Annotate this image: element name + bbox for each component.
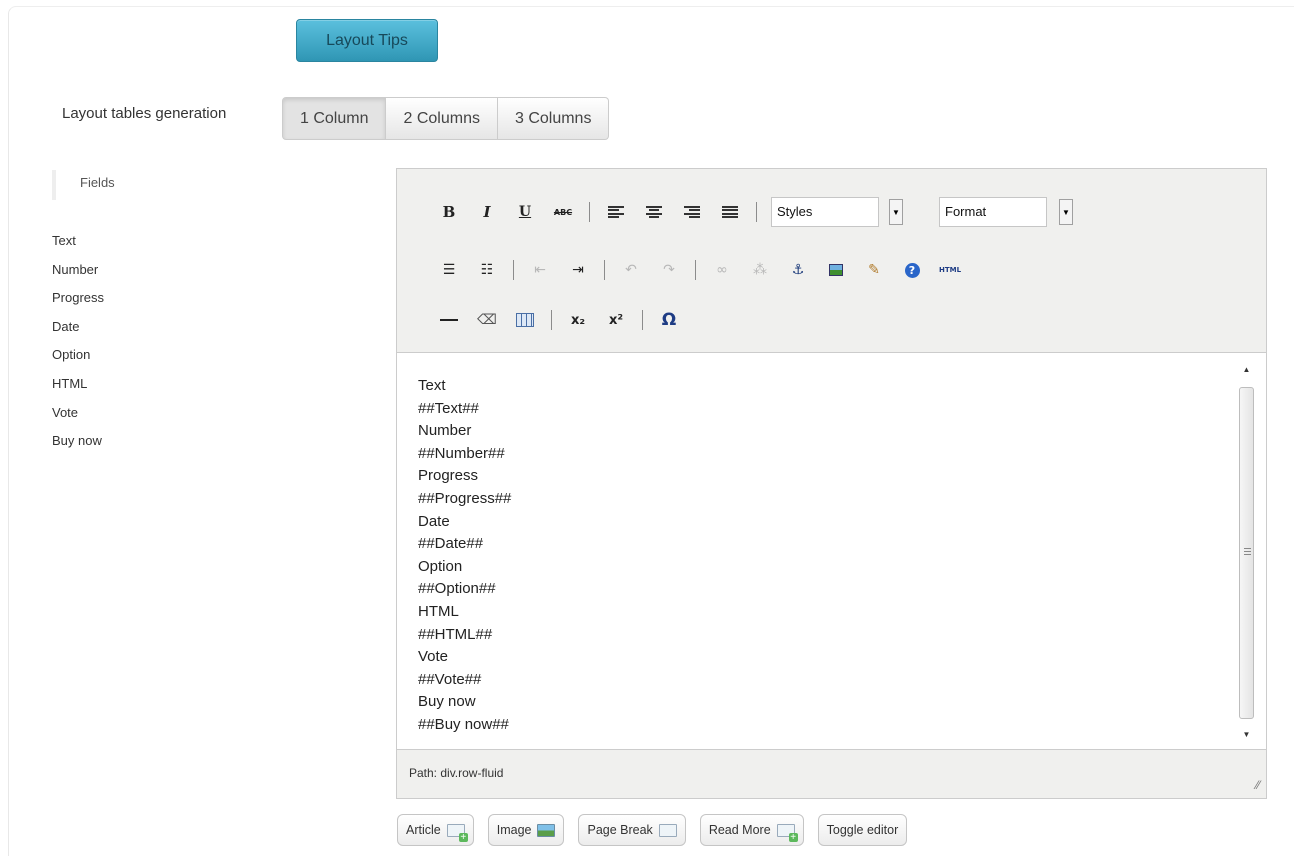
editor-content-line[interactable]: Number [418,420,511,443]
editor-toolbar: B I U ABC Styles ▼ Format ▼ ☰ ☷ ⇤ ⇥ ↶ ↷ … [397,169,1266,352]
toolbar-separator [756,202,757,222]
field-item-progress[interactable]: Progress [52,288,104,317]
read-more-add-icon [776,823,798,842]
superscript-button[interactable]: x² [604,308,628,332]
editor-content-line[interactable]: Option [418,556,511,579]
help-icon[interactable]: ? [900,258,924,282]
align-left-icon[interactable] [604,200,628,224]
toolbar-separator [589,202,590,222]
editor-content-line[interactable]: Text [418,375,511,398]
rich-text-editor: B I U ABC Styles ▼ Format ▼ ☰ ☷ ⇤ ⇥ ↶ ↷ … [396,168,1267,799]
one-column-button[interactable]: 1 Column [282,97,387,140]
bullet-list-icon[interactable]: ☰ [437,258,461,282]
styles-dropdown-arrow-icon[interactable]: ▼ [889,199,903,225]
layout-tips-button[interactable]: Layout Tips [296,19,438,62]
table-icon[interactable] [513,308,537,332]
undo-icon[interactable]: ↶ [619,258,643,282]
image-button-label: Image [496,823,532,837]
fields-heading: Fields [52,170,115,200]
three-columns-button[interactable]: 3 Columns [497,97,610,140]
editor-content-text[interactable]: Text ##Text## Number ##Number## Progress ##Pr… [418,375,511,737]
unlink-icon[interactable]: ⁂ [748,258,772,282]
two-columns-button[interactable]: 2 Columns [386,97,498,140]
eraser-icon[interactable]: ⌫ [475,308,499,332]
editor-content-line[interactable]: Vote [418,646,511,669]
redo-icon[interactable]: ↷ [657,258,681,282]
field-item-option[interactable]: Option [52,345,104,374]
toolbar-separator [604,260,605,280]
editor-content-line[interactable]: ##HTML## [418,624,511,647]
toggle-editor-button-label: Toggle editor [826,823,899,837]
html-source-button[interactable]: HTML [938,258,962,282]
editor-content-line[interactable]: ##Option## [418,578,511,601]
styles-select[interactable]: Styles [771,197,879,227]
read-more-button-label: Read More [708,823,771,837]
scrollbar-grip-icon [1244,548,1251,557]
insert-image-icon[interactable] [824,258,848,282]
page-break-button-label: Page Break [587,823,653,837]
column-layout-button-group: 1 Column 2 Columns 3 Columns [282,97,610,140]
underline-button[interactable]: U [513,200,537,224]
field-item-number[interactable]: Number [52,260,104,289]
image-button[interactable]: Image [487,814,565,846]
subscript-button[interactable]: x₂ [566,308,590,332]
resize-handle-icon[interactable]: ⁄⁄ [1256,778,1260,792]
field-item-vote[interactable]: Vote [52,403,104,432]
field-item-buy-now[interactable]: Buy now [52,431,104,460]
page-break-button[interactable]: Page Break [578,814,686,846]
editor-content-line[interactable]: ##Text## [418,398,511,421]
field-item-text[interactable]: Text [52,231,104,260]
horizontal-rule-icon[interactable] [437,308,461,332]
editor-extra-buttons: Article Image Page Break Read More Toggl… [397,814,921,846]
toolbar-separator [551,310,552,330]
align-right-icon[interactable] [680,200,704,224]
editor-content-area[interactable]: Text ##Text## Number ##Number## Progress ##Pr… [397,352,1266,750]
toolbar-separator [695,260,696,280]
article-button-label: Article [406,823,441,837]
scroll-up-icon[interactable]: ▲ [1238,361,1255,378]
link-icon[interactable]: ∞ [710,258,734,282]
editor-content-line[interactable]: Date [418,511,511,534]
editor-content-line[interactable]: ##Number## [418,443,511,466]
anchor-icon[interactable]: ⚓ [786,258,810,282]
scrollbar-thumb[interactable] [1239,387,1254,719]
toggle-editor-button[interactable]: Toggle editor [817,814,908,846]
page-break-icon [658,823,677,837]
toolbar-separator [642,310,643,330]
editor-content-line[interactable]: HTML [418,601,511,624]
read-more-button[interactable]: Read More [699,814,804,846]
format-select[interactable]: Format [939,197,1047,227]
editor-path-status: Path: div.row-fluid [409,766,504,780]
bold-button[interactable]: B [437,200,461,224]
field-item-html[interactable]: HTML [52,374,104,403]
indent-icon[interactable]: ⇥ [566,258,590,282]
format-dropdown-arrow-icon[interactable]: ▼ [1059,199,1073,225]
article-add-icon [446,823,468,842]
scroll-down-icon[interactable]: ▼ [1238,726,1255,743]
editor-vertical-scrollbar[interactable]: ▲ ▼ [1238,361,1255,743]
toolbar-row-3: ⌫ x₂ x² Ω [437,305,695,335]
editor-content-line[interactable]: ##Date## [418,533,511,556]
editor-content-line[interactable]: ##Buy now## [418,714,511,737]
field-list: Text Number Progress Date Option HTML Vo… [52,231,104,460]
editor-content-line[interactable]: Buy now [418,691,511,714]
toolbar-row-1: B I U ABC Styles ▼ Format ▼ [437,197,1073,227]
toolbar-row-2: ☰ ☷ ⇤ ⇥ ↶ ↷ ∞ ⁂ ⚓ ✎ ? HTML [437,255,976,285]
align-center-icon[interactable] [642,200,666,224]
field-item-date[interactable]: Date [52,317,104,346]
strikethrough-button[interactable]: ABC [551,200,575,224]
article-button[interactable]: Article [397,814,474,846]
cleanup-brush-icon[interactable]: ✎ [862,258,886,282]
italic-button[interactable]: I [475,200,499,224]
align-justify-icon[interactable] [718,200,742,224]
outdent-icon[interactable]: ⇤ [528,258,552,282]
special-character-button[interactable]: Ω [657,308,681,332]
numbered-list-icon[interactable]: ☷ [475,258,499,282]
editor-content-line[interactable]: Progress [418,465,511,488]
layout-generation-label: Layout tables generation [62,105,227,122]
image-icon [537,823,556,837]
toolbar-separator [513,260,514,280]
editor-content-line[interactable]: ##Progress## [418,488,511,511]
editor-content-line[interactable]: ##Vote## [418,669,511,692]
